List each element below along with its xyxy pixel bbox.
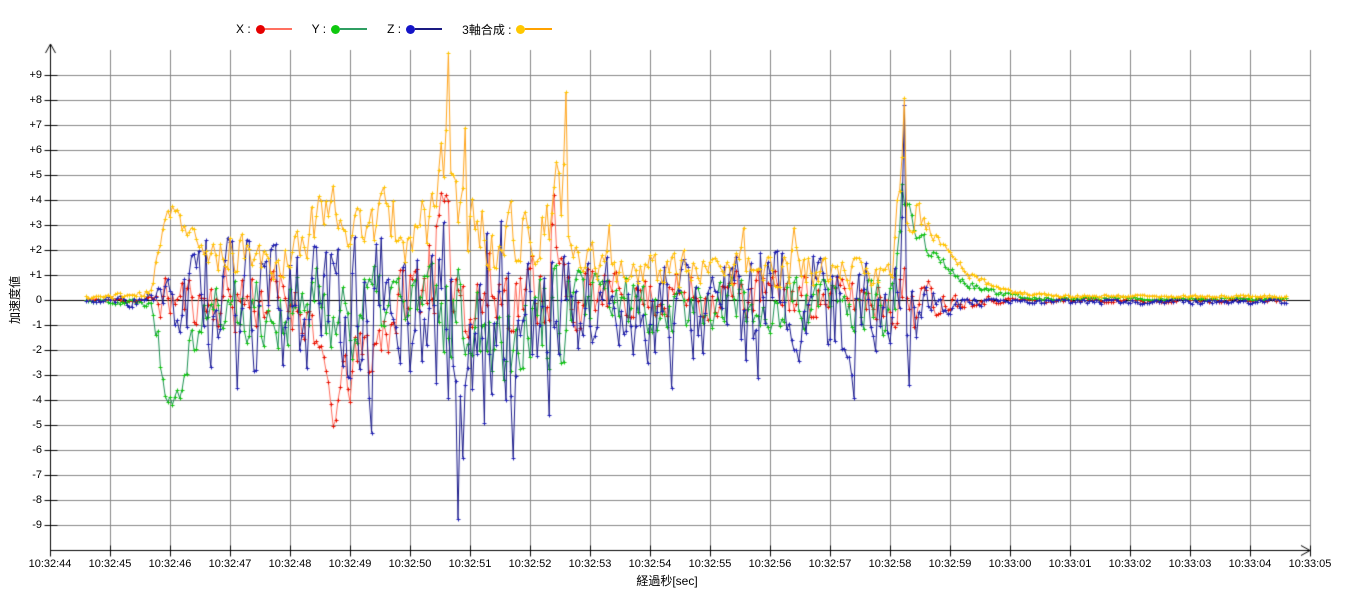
legend-item: Y : (312, 22, 367, 36)
legend-label: Z : (387, 22, 401, 36)
y-tick-label: -6 (12, 443, 42, 457)
y-tick-label: -2 (12, 343, 42, 357)
legend-label: Y : (312, 22, 326, 36)
x-tick-label: 10:33:05 (1279, 557, 1341, 571)
legend-marker-dot (331, 25, 340, 34)
y-tick-label: -7 (12, 468, 42, 482)
y-tick-label: +5 (12, 168, 42, 182)
x-tick-label: 10:32:51 (439, 557, 501, 571)
x-tick-label: 10:32:56 (739, 557, 801, 571)
x-tick-label: 10:33:03 (1159, 557, 1221, 571)
x-axis-title: 経過秒[sec] (567, 572, 767, 589)
legend-label: X : (236, 22, 251, 36)
legend-line-swatch (340, 28, 367, 30)
x-tick-label: 10:32:49 (319, 557, 381, 571)
legend-line-swatch (415, 28, 442, 30)
accelerometer-chart-window: X :Y :Z :3軸合成 : +9+8+7+6+5+4+3+2+10-1-2-… (0, 0, 1350, 610)
x-tick-label: 10:33:00 (979, 557, 1041, 571)
chart-legend: X : Y : Z : 3軸合成 : (236, 20, 552, 38)
y-tick-label: +4 (12, 193, 42, 207)
legend-marker-dot (256, 25, 265, 34)
y-axis-title: 加速度値 (6, 260, 22, 340)
x-tick-label: 10:32:50 (379, 557, 441, 571)
chart-plot-area (0, 0, 1350, 610)
y-tick-label: +9 (12, 68, 42, 82)
x-tick-label: 10:32:55 (679, 557, 741, 571)
y-tick-label: -8 (12, 493, 42, 507)
legend-line-swatch (265, 28, 292, 30)
y-tick-label: +2 (12, 243, 42, 257)
x-tick-label: 10:33:04 (1219, 557, 1281, 571)
x-tick-label: 10:32:59 (919, 557, 981, 571)
y-tick-label: -3 (12, 368, 42, 382)
y-tick-label: +3 (12, 218, 42, 232)
x-tick-label: 10:32:46 (139, 557, 201, 571)
x-tick-label: 10:33:02 (1099, 557, 1161, 571)
y-tick-label: +6 (12, 143, 42, 157)
y-tick-label: +7 (12, 118, 42, 132)
x-tick-label: 10:32:57 (799, 557, 861, 571)
legend-marker-dot (516, 25, 525, 34)
y-tick-label: -5 (12, 418, 42, 432)
legend-label: 3軸合成 : (462, 21, 511, 38)
legend-marker-dot (406, 25, 415, 34)
x-tick-label: 10:32:47 (199, 557, 261, 571)
x-tick-label: 10:32:44 (19, 557, 81, 571)
x-tick-label: 10:32:53 (559, 557, 621, 571)
x-tick-label: 10:32:48 (259, 557, 321, 571)
x-tick-label: 10:32:52 (499, 557, 561, 571)
legend-item: 3軸合成 : (462, 21, 552, 38)
legend-item: X : (236, 22, 292, 36)
legend-item: Z : (387, 22, 442, 36)
x-tick-label: 10:32:45 (79, 557, 141, 571)
x-tick-label: 10:33:01 (1039, 557, 1101, 571)
x-tick-label: 10:32:54 (619, 557, 681, 571)
legend-line-swatch (525, 28, 552, 30)
y-tick-label: -9 (12, 518, 42, 532)
y-tick-label: +8 (12, 93, 42, 107)
x-tick-label: 10:32:58 (859, 557, 921, 571)
y-tick-label: -4 (12, 393, 42, 407)
